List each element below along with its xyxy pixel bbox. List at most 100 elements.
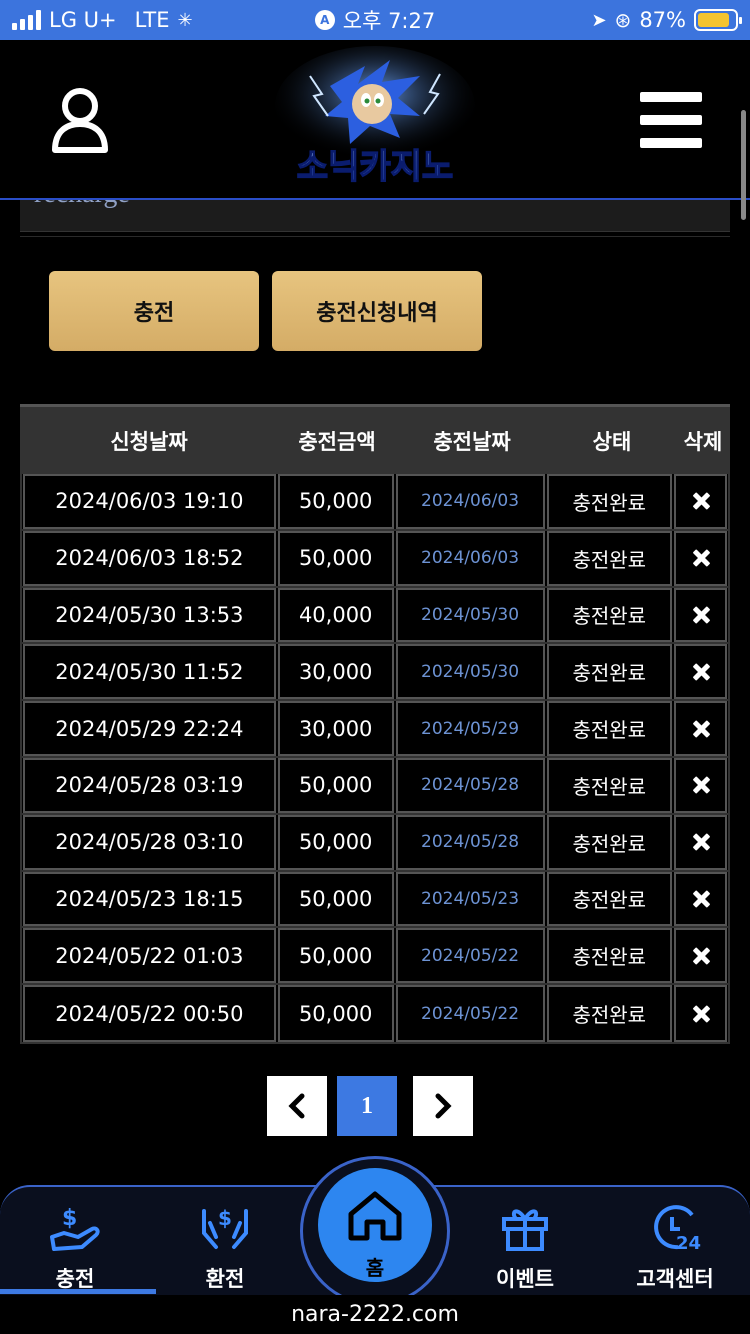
- next-page-button[interactable]: [413, 1076, 473, 1136]
- table-row: 2024/05/30 11:52 30,000 2024/05/30 충전완료: [22, 644, 728, 702]
- rotation-lock-icon: ⊛: [614, 8, 632, 32]
- nav-item-event[interactable]: 이벤트: [450, 1187, 600, 1293]
- amount-cell: 50,000: [277, 530, 394, 586]
- status-cell: 충전완료: [546, 587, 673, 643]
- delete-button[interactable]: [674, 871, 727, 927]
- charge-date-cell: 2024/05/28: [395, 757, 545, 813]
- delete-button[interactable]: [674, 757, 727, 813]
- battery-percent: 87%: [639, 8, 686, 32]
- col-header-status: 상태: [592, 429, 632, 454]
- nav-item-support[interactable]: 24 고객센터: [600, 1187, 750, 1293]
- table-row: 2024/06/03 19:10 50,000 2024/06/03 충전완료: [22, 474, 728, 531]
- close-icon: [690, 774, 712, 796]
- col-header-charge-date: 충전날짜: [433, 429, 511, 454]
- delete-button[interactable]: [674, 985, 727, 1042]
- request-date-cell: 2024/05/29 22:24: [23, 701, 276, 756]
- app-indicator-icon: A: [314, 10, 335, 30]
- support-24-icon: 24: [654, 1205, 701, 1253]
- battery-icon: [694, 9, 742, 31]
- close-icon: [690, 945, 712, 967]
- close-icon: [690, 1003, 712, 1025]
- table-header: 신청날짜 충전금액 충전날짜 상태 삭제: [20, 404, 730, 474]
- col-header-delete: 삭제: [683, 429, 723, 454]
- charge-date-cell: 2024/05/22: [395, 928, 545, 984]
- charge-date-cell: 2024/05/30: [395, 587, 545, 643]
- table-row: 2024/05/28 03:19 50,000 2024/05/28 충전완료: [22, 757, 728, 815]
- charge-hand-icon: $: [50, 1206, 100, 1251]
- chevron-right-icon: [435, 1093, 452, 1119]
- close-icon: [690, 547, 712, 569]
- close-icon: [690, 661, 712, 683]
- svg-text:$: $: [62, 1206, 77, 1231]
- charge-history-table: 신청날짜 충전금액 충전날짜 상태 삭제 2024/06/03 19:10 50,…: [20, 404, 730, 1044]
- col-header-request-date: 신청날짜: [110, 429, 188, 454]
- delete-button[interactable]: [674, 928, 727, 984]
- status-cell: 충전완료: [546, 814, 673, 870]
- page-number-button[interactable]: 1: [337, 1076, 397, 1136]
- request-date-cell: 2024/05/23 18:15: [23, 871, 276, 927]
- request-date-cell: 2024/05/28 03:19: [23, 757, 276, 813]
- close-icon: [690, 831, 712, 853]
- status-cell: 충전완료: [546, 757, 673, 813]
- exchange-hands-icon: $: [202, 1206, 248, 1249]
- divider: [20, 236, 730, 237]
- nav-label-event: 이벤트: [496, 1267, 554, 1291]
- battery-fill: [698, 13, 730, 27]
- sonic-casino-logo[interactable]: 소닉카지노: [270, 46, 480, 194]
- delete-button[interactable]: [674, 474, 727, 529]
- charge-date-cell: 2024/05/23: [395, 871, 545, 927]
- charge-date-cell: 2024/05/22: [395, 985, 545, 1042]
- amount-cell: 50,000: [277, 871, 394, 927]
- active-tab-indicator: [0, 1289, 156, 1294]
- delete-button[interactable]: [674, 701, 727, 756]
- table-row: 2024/05/22 00:50 50,000 2024/05/22 충전완료: [22, 985, 728, 1042]
- gift-icon: [502, 1209, 548, 1251]
- hamburger-menu-icon[interactable]: [640, 92, 702, 148]
- home-icon: [348, 1191, 402, 1241]
- prev-page-button[interactable]: [267, 1076, 327, 1136]
- nav-item-home[interactable]: 홈: [318, 1168, 432, 1282]
- close-icon: [690, 490, 712, 512]
- delete-button[interactable]: [674, 644, 727, 700]
- location-arrow-icon: ➤: [591, 9, 607, 31]
- request-date-cell: 2024/06/03 18:52: [23, 530, 276, 586]
- chevron-left-icon: [288, 1093, 305, 1119]
- table-row: 2024/05/23 18:15 50,000 2024/05/23 충전완료: [22, 871, 728, 929]
- nav-label-home: 홈: [365, 1256, 385, 1280]
- amount-cell: 30,000: [277, 644, 394, 700]
- charge-history-button[interactable]: 충전신청내역: [272, 271, 482, 351]
- delete-button[interactable]: [674, 587, 727, 643]
- charge-button[interactable]: 충전: [49, 271, 259, 351]
- amount-cell: 40,000: [277, 587, 394, 643]
- site-header: 소닉카지노: [0, 40, 750, 200]
- table-row: 2024/05/22 01:03 50,000 2024/05/22 충전완료: [22, 928, 728, 986]
- charge-date-cell: 2024/05/29: [395, 701, 545, 756]
- svg-text:$: $: [218, 1206, 232, 1230]
- user-icon[interactable]: [50, 86, 110, 154]
- request-date-cell: 2024/06/03 19:10: [23, 474, 276, 529]
- amount-cell: 50,000: [277, 928, 394, 984]
- nav-label-support: 고객센터: [636, 1267, 714, 1291]
- scrollbar[interactable]: [741, 110, 746, 220]
- delete-button[interactable]: [674, 814, 727, 870]
- request-date-cell: 2024/05/30 11:52: [23, 644, 276, 700]
- request-date-cell: 2024/05/28 03:10: [23, 814, 276, 870]
- nav-item-charge[interactable]: $ 충전: [0, 1187, 150, 1293]
- table-row: 2024/05/30 13:53 40,000 2024/05/30 충전완료: [22, 587, 728, 645]
- table-body: 2024/06/03 19:10 50,000 2024/06/03 충전완료 2024…: [20, 474, 730, 1044]
- request-date-cell: 2024/05/30 13:53: [23, 587, 276, 643]
- clock: 오후 7:27: [342, 9, 436, 33]
- close-icon: [690, 604, 712, 626]
- table-row: 2024/06/03 18:52 50,000 2024/06/03 충전완료: [22, 530, 728, 588]
- amount-cell: 30,000: [277, 701, 394, 756]
- url-bar[interactable]: nara-2222.com: [0, 1295, 750, 1334]
- charge-date-cell: 2024/06/03: [395, 530, 545, 586]
- amount-cell: 50,000: [277, 814, 394, 870]
- table-row: 2024/05/28 03:10 50,000 2024/05/28 충전완료: [22, 814, 728, 872]
- delete-button[interactable]: [674, 530, 727, 586]
- nav-label-exchange: 환전: [205, 1267, 245, 1291]
- amount-cell: 50,000: [277, 474, 394, 529]
- status-cell: 충전완료: [546, 701, 673, 756]
- status-cell: 충전완료: [546, 985, 673, 1042]
- nav-item-exchange[interactable]: $ 환전: [150, 1187, 300, 1293]
